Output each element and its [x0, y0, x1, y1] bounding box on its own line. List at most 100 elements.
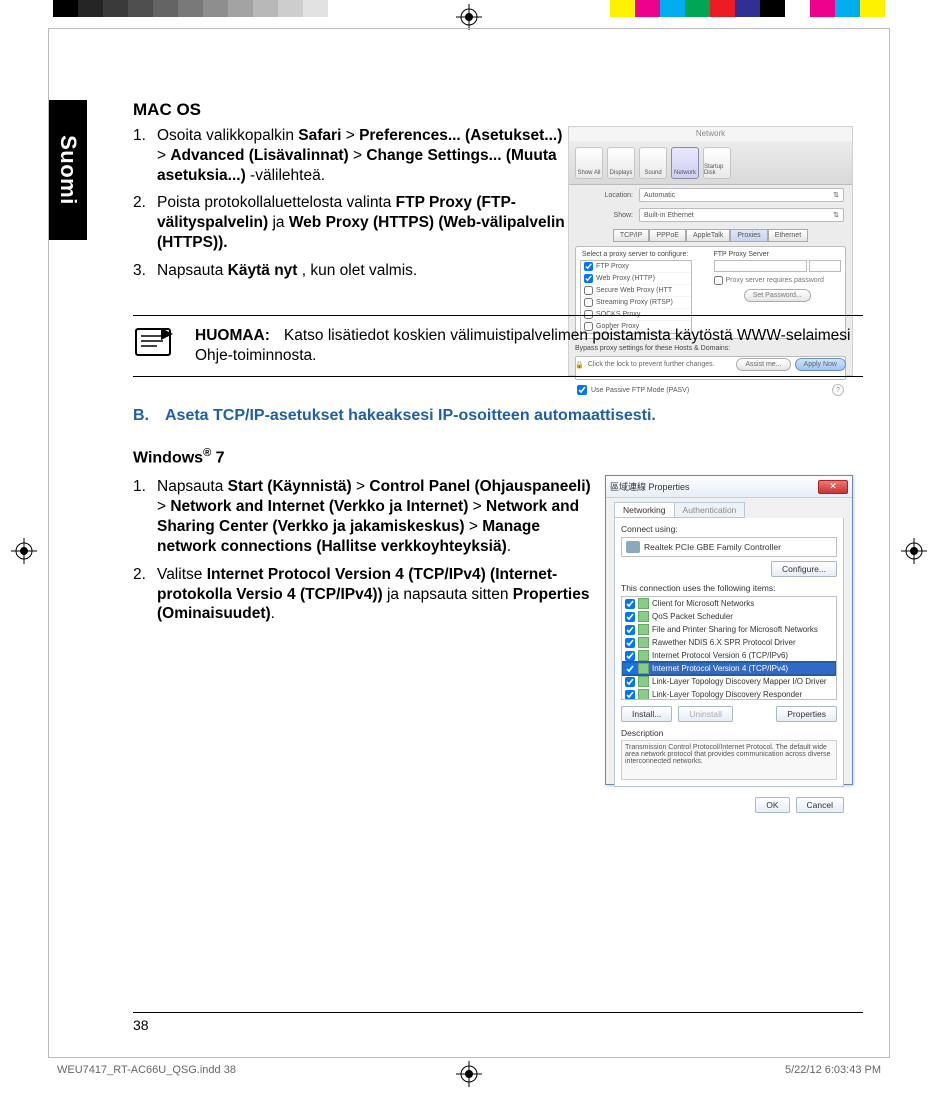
step-number: 2.	[133, 193, 146, 213]
page-content: MAC OS 1.Osoita valikkopalkin Safari > P…	[133, 100, 871, 632]
protocol-icon	[638, 611, 649, 622]
macos-steps-list: 1.Osoita valikkopalkin Safari > Preferen…	[133, 126, 573, 281]
chevron-updown-icon: ⇅	[833, 211, 839, 219]
registration-mark-right	[901, 538, 927, 564]
protocol-icon	[638, 663, 649, 674]
macos-proxy-port-input[interactable]	[809, 260, 841, 272]
win7-tab-networking[interactable]: Networking	[614, 502, 675, 518]
macos-set-password-button[interactable]: Set Password...	[744, 289, 811, 302]
footer-date: 5/22/12 6:03:43 PM	[785, 1064, 881, 1076]
win7-desc-text: Transmission Control Protocol/Internet P…	[621, 740, 837, 780]
swatch	[128, 0, 153, 17]
note-body: Katso lisätiedot koskien välimuistipalve…	[195, 327, 850, 364]
footer-filename: WEU7417_RT-AC66U_QSG.indd 38	[57, 1064, 236, 1076]
checkbox[interactable]	[625, 599, 635, 609]
macos-text-column: 1.Osoita valikkopalkin Safari > Preferen…	[133, 126, 573, 281]
help-icon[interactable]: ?	[832, 384, 844, 396]
checkbox[interactable]	[625, 612, 635, 622]
macos-heading: MAC OS	[133, 100, 871, 120]
win7-ok-button[interactable]: OK	[755, 797, 789, 813]
swatch	[735, 0, 760, 17]
macos-proxy-list-item[interactable]: Secure Web Proxy (HTT	[581, 285, 691, 297]
macos-show-select[interactable]: Built-in Ethernet⇅	[639, 208, 844, 222]
win7-cancel-button[interactable]: Cancel	[796, 797, 844, 813]
win7-items-list[interactable]: Client for Microsoft NetworksQoS Packet …	[621, 596, 837, 700]
step-item: 3.Napsauta Käytä nyt , kun olet valmis.	[133, 261, 573, 281]
swatch	[78, 0, 103, 17]
macos-tab[interactable]: TCP/IP	[613, 229, 650, 242]
note-text: HUOMAA:Katso lisätiedot koskien välimuis…	[195, 326, 863, 366]
macos-proxy-host-input[interactable]	[714, 260, 807, 272]
section-b-heading: B. Aseta TCP/IP-asetukset hakeaksesi IP-…	[133, 407, 871, 425]
protocol-icon	[638, 598, 649, 609]
swatch	[860, 0, 885, 17]
win7-titlebar: 區域連線 Properties ✕	[606, 476, 852, 498]
checkbox[interactable]	[584, 286, 593, 295]
win7-desc-label: Description	[621, 728, 837, 738]
win7-properties-button[interactable]: Properties	[776, 706, 837, 722]
network-adapter-icon	[626, 541, 640, 553]
win7-configure-button[interactable]: Configure...	[771, 561, 837, 577]
macos-proxy-list-item[interactable]: Web Proxy (HTTP)	[581, 273, 691, 285]
macos-proxy-list-item[interactable]: Streaming Proxy (RTSP)	[581, 297, 691, 309]
win7-uses-label: This connection uses the following items…	[621, 583, 837, 593]
macos-toolbar-button[interactable]: Startup Disk	[703, 147, 731, 179]
macos-window-title: Network	[569, 129, 852, 138]
win7-list-item[interactable]: Internet Protocol Version 6 (TCP/IPv6)	[622, 649, 836, 662]
protocol-icon	[638, 689, 649, 700]
win7-list-item[interactable]: Link-Layer Topology Discovery Mapper I/O…	[622, 675, 836, 688]
macos-proxy-pw-checkbox[interactable]	[714, 276, 723, 285]
macos-location-label: Location:	[577, 192, 633, 199]
macos-show-label: Show:	[577, 212, 633, 219]
section-b-title: Aseta TCP/IP-asetukset hakeaksesi IP-oso…	[165, 407, 656, 425]
step-item: 1.Osoita valikkopalkin Safari > Preferen…	[133, 126, 573, 185]
win7-section: Windows® 7 1.Napsauta Start (Käynnistä) …	[133, 447, 871, 624]
note-icon	[133, 326, 175, 358]
macos-proxy-server-label: FTP Proxy Server	[714, 251, 842, 258]
macos-tab[interactable]: Ethernet	[768, 229, 808, 242]
macos-toolbar-button[interactable]: Sound	[639, 147, 667, 179]
macos-tab[interactable]: PPPoE	[649, 229, 686, 242]
checkbox[interactable]	[625, 677, 635, 687]
win7-install-button[interactable]: Install...	[621, 706, 672, 722]
macos-tab[interactable]: AppleTalk	[686, 229, 730, 242]
checkbox[interactable]	[625, 664, 635, 674]
swatch	[810, 0, 835, 17]
checkbox[interactable]	[625, 690, 635, 700]
swatch	[635, 0, 660, 17]
win7-list-item[interactable]: Link-Layer Topology Discovery Responder	[622, 688, 836, 700]
macos-location-select[interactable]: Automatic⇅	[639, 188, 844, 202]
swatch	[660, 0, 685, 17]
protocol-icon	[638, 676, 649, 687]
win7-uninstall-button[interactable]: Uninstall	[678, 706, 733, 722]
macos-toolbar-button[interactable]: Displays	[607, 147, 635, 179]
step-number: 2.	[133, 565, 146, 585]
step-number: 1.	[133, 477, 146, 497]
macos-passive-ftp-checkbox[interactable]	[577, 385, 587, 395]
swatch	[178, 0, 203, 17]
checkbox[interactable]	[584, 262, 593, 271]
macos-toolbar-button[interactable]: Show All	[575, 147, 603, 179]
win7-list-item[interactable]: File and Printer Sharing for Microsoft N…	[622, 623, 836, 636]
macos-tabs: TCP/IPPPPoEAppleTalkProxiesEthernet	[613, 229, 808, 242]
color-bar	[585, 0, 885, 17]
checkbox[interactable]	[625, 625, 635, 635]
registered-mark: ®	[203, 447, 211, 459]
win7-list-item[interactable]: Internet Protocol Version 4 (TCP/IPv4)	[622, 662, 836, 675]
macos-proxy-list-item[interactable]: FTP Proxy	[581, 261, 691, 273]
checkbox[interactable]	[584, 274, 593, 283]
win7-list-item[interactable]: Rawether NDIS 6.X SPR Protocol Driver	[622, 636, 836, 649]
win7-list-item[interactable]: QoS Packet Scheduler	[622, 610, 836, 623]
close-icon[interactable]: ✕	[818, 480, 848, 494]
section-b-letter: B.	[133, 407, 151, 425]
win7-tab-authentication[interactable]: Authentication	[674, 502, 746, 518]
win7-list-item[interactable]: Client for Microsoft Networks	[622, 597, 836, 610]
checkbox[interactable]	[584, 298, 593, 307]
macos-tab[interactable]: Proxies	[730, 229, 767, 242]
swatch	[710, 0, 735, 17]
checkbox[interactable]	[625, 638, 635, 648]
swatch	[835, 0, 860, 17]
swatch	[153, 0, 178, 17]
checkbox[interactable]	[625, 651, 635, 661]
macos-toolbar-button[interactable]: Network	[671, 147, 699, 179]
